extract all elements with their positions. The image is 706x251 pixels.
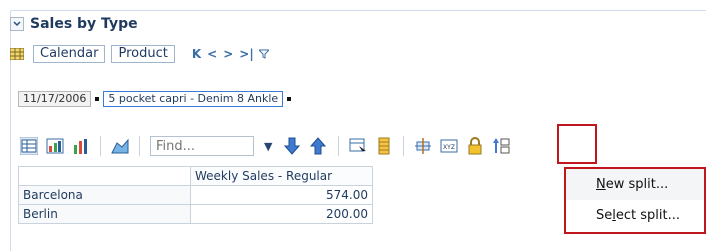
split-highlight-box	[557, 124, 597, 164]
breadcrumb: 11/17/2006 5 pocket capri - Denim 8 Ankl…	[18, 90, 295, 108]
cell-value[interactable]: 574.00	[190, 185, 373, 205]
select-icon[interactable]	[349, 137, 367, 155]
lock-icon[interactable]	[466, 137, 484, 155]
split-context-menu: New split... Select split...	[564, 167, 706, 234]
toolbar: ▼ XYZ	[20, 131, 518, 161]
pager: K < > >|	[189, 47, 269, 61]
chip-product[interactable]: Product	[111, 45, 175, 63]
toolbar-separator	[338, 136, 340, 156]
last-icon[interactable]: >|	[239, 47, 253, 61]
column-header[interactable]: Weekly Sales - Regular	[190, 166, 373, 186]
bar-chart-icon[interactable]	[72, 137, 90, 155]
separator-dot	[95, 97, 100, 101]
table-row: Barcelona 574.00	[18, 185, 373, 205]
toolbar-separator	[100, 136, 101, 156]
edge-controls: Calendar Product K < > >|	[10, 43, 269, 65]
svg-text:XYZ: XYZ	[444, 144, 456, 151]
table-row: Berlin 200.00	[18, 204, 373, 224]
panel-header: Sales by Type	[10, 12, 138, 36]
breadcrumb-date[interactable]: 11/17/2006	[18, 91, 92, 107]
row-label[interactable]: Berlin	[18, 204, 191, 224]
collapse-chevron-icon[interactable]	[10, 17, 24, 31]
table-header-row: Weekly Sales - Regular	[18, 166, 373, 186]
corner-cell	[18, 166, 191, 186]
panel-title: Sales by Type	[30, 16, 138, 32]
breadcrumb-product[interactable]: 5 pocket capri - Denim 8 Ankle	[103, 91, 284, 107]
data-table: Weekly Sales - Regular Barcelona 574.00 …	[18, 166, 373, 224]
table-view-icon[interactable]	[20, 137, 38, 155]
prev-icon[interactable]: <	[207, 47, 217, 61]
find-input[interactable]	[150, 136, 254, 156]
find-dropdown-icon[interactable]: ▼	[264, 140, 272, 153]
toolbar-separator	[139, 136, 140, 156]
split-icon[interactable]	[414, 137, 432, 155]
toolbar-separator	[403, 136, 405, 156]
sort-icon[interactable]	[492, 137, 510, 155]
first-icon[interactable]: K	[192, 47, 201, 61]
menu-item-select-split[interactable]: Select split...	[566, 200, 704, 231]
menu-item-new-split[interactable]: New split...	[566, 169, 704, 200]
separator-dot	[287, 97, 292, 101]
grid-icon[interactable]	[10, 48, 24, 60]
down-arrow-icon[interactable]	[284, 137, 301, 155]
area-chart-icon[interactable]	[111, 137, 129, 155]
chip-calendar[interactable]: Calendar	[33, 45, 106, 63]
filter-icon[interactable]	[258, 49, 269, 59]
xyz-icon[interactable]: XYZ	[440, 137, 458, 155]
next-icon[interactable]: >	[223, 47, 233, 61]
up-arrow-icon[interactable]	[310, 137, 327, 155]
column-icon[interactable]	[375, 137, 393, 155]
row-label[interactable]: Barcelona	[18, 185, 191, 205]
cell-value[interactable]: 200.00	[190, 204, 373, 224]
chart-table-icon[interactable]	[46, 137, 64, 155]
